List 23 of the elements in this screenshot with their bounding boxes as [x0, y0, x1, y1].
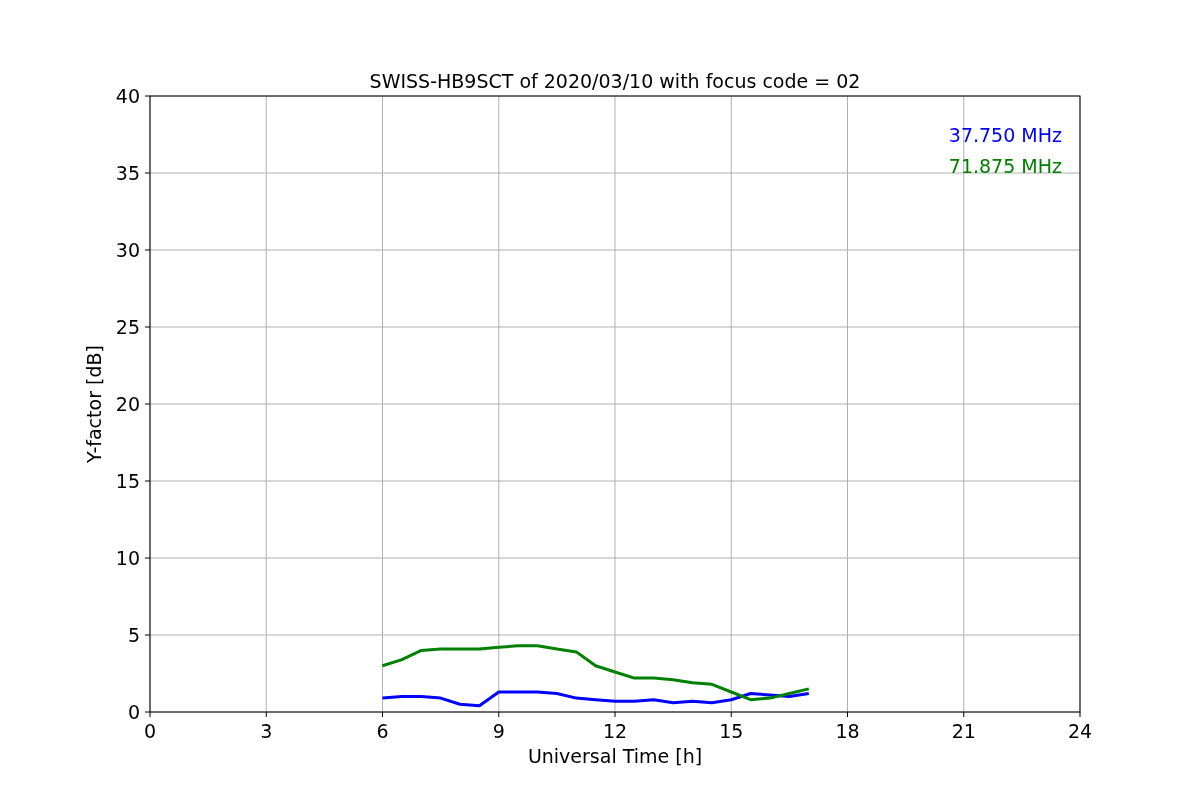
tick-label: 3 [260, 720, 273, 742]
tick-label: 0 [143, 720, 157, 742]
tick-label: 25 [115, 316, 140, 338]
legend-label: 71.875 MHz [948, 155, 1062, 177]
legend-label: 37.750 MHz [948, 124, 1062, 146]
tick-label: 35 [115, 162, 140, 184]
tick-label: 24 [1067, 720, 1093, 742]
tick-label: 40 [115, 85, 140, 107]
chart-title: SWISS-HB9SCT of 2020/03/10 with focus code = 02 [369, 70, 861, 92]
tick-label: 9 [492, 720, 505, 742]
y-axis-label: Y-factor [dB] [83, 345, 105, 463]
tick-label: 10 [115, 547, 140, 569]
tick-label: 30 [115, 239, 140, 261]
tick-label: 6 [376, 720, 389, 742]
tick-label: 20 [115, 393, 140, 415]
tick-label: 15 [115, 470, 140, 492]
tick-label: 12 [602, 720, 628, 742]
tick-label: 0 [127, 701, 140, 723]
tick-label: 21 [951, 720, 976, 742]
tick-label: 5 [127, 624, 140, 646]
x-axis-label: Universal Time [h] [527, 745, 703, 767]
tick-label: 18 [835, 720, 860, 742]
tick-label: 15 [719, 720, 744, 742]
